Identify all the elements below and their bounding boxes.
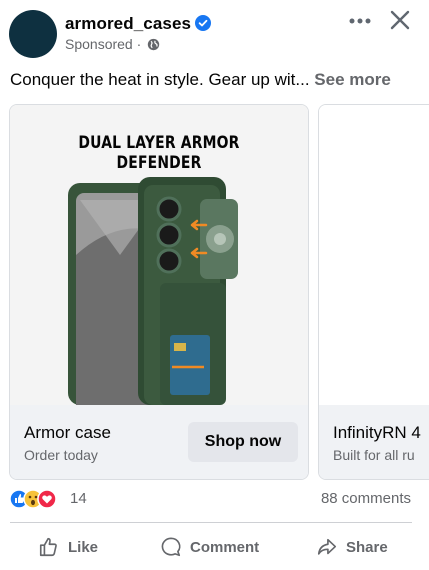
card-title: InfinityRN 4	[333, 423, 421, 442]
reaction-icons[interactable]	[9, 489, 65, 509]
card-subtitle: Order today	[24, 447, 98, 463]
comment-button[interactable]: Comment	[160, 530, 259, 564]
divider	[10, 522, 412, 523]
product-image[interactable]: DUAL LAYER ARMOR DEFENDER	[10, 105, 308, 405]
card-subtitle: Built for all ru	[333, 447, 415, 463]
shop-now-button[interactable]: Shop now	[188, 422, 298, 462]
verified-badge-icon	[195, 15, 212, 31]
thumbs-up-icon	[39, 537, 57, 557]
engagement-row: 14 88 comments	[0, 486, 429, 516]
share-button[interactable]: Share	[316, 530, 388, 564]
close-icon[interactable]	[388, 8, 412, 32]
comment-label: Comment	[190, 538, 260, 556]
carousel-card[interactable]: InfinityRN 4 Built for all ru	[318, 104, 429, 480]
reaction-count[interactable]: 14	[70, 490, 87, 507]
caption-text: Conquer the heat in style. Gear up wit..…	[10, 70, 310, 89]
comments-count[interactable]: 88 comments	[321, 490, 411, 507]
like-label: Like	[68, 538, 99, 556]
sponsored-label[interactable]: Sponsored ·	[65, 36, 141, 52]
post-actions: Like Comment Share	[0, 530, 429, 566]
love-reaction-icon	[37, 489, 57, 509]
phone-case-illustration	[68, 177, 238, 405]
card-footer: InfinityRN 4 Built for all ru	[319, 405, 429, 479]
like-button[interactable]: Like	[38, 530, 98, 564]
ad-carousel[interactable]: DUAL LAYER ARMOR DEFENDER Armor case Ord…	[0, 104, 429, 484]
page-name[interactable]: armored_cases	[65, 14, 191, 33]
comment-icon	[161, 537, 181, 557]
product-image[interactable]	[319, 105, 429, 405]
post-caption: Conquer the heat in style. Gear up wit..…	[10, 70, 391, 90]
card-title: Armor case	[24, 423, 111, 442]
share-icon	[317, 538, 337, 555]
carousel-card[interactable]: DUAL LAYER ARMOR DEFENDER Armor case Ord…	[9, 104, 309, 480]
card-footer: Armor case Order today Shop now	[10, 405, 308, 479]
avatar[interactable]	[9, 10, 57, 58]
globe-icon	[147, 38, 160, 51]
share-label: Share	[346, 538, 388, 556]
see-more-link[interactable]: See more	[314, 70, 391, 89]
more-options-icon[interactable]	[346, 10, 374, 32]
post-header: armored_cases Sponsored ·	[0, 0, 429, 64]
